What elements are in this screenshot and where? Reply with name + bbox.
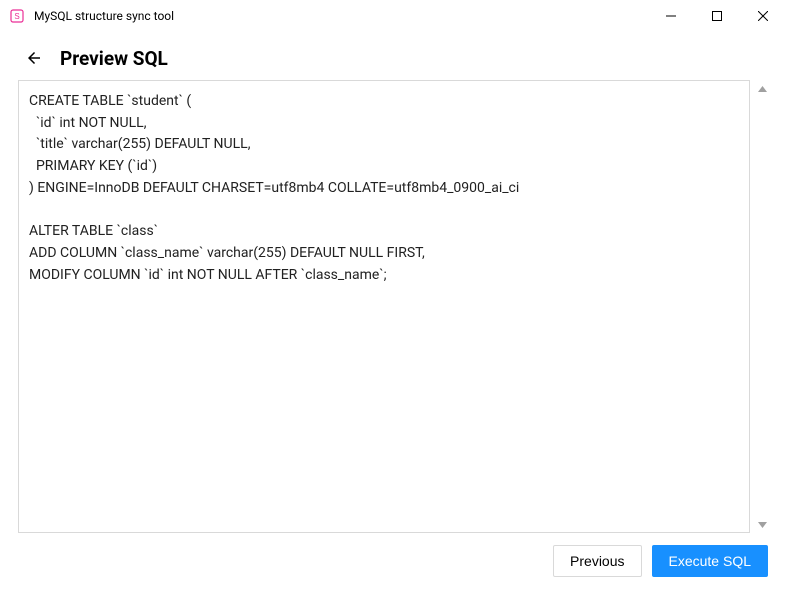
titlebar: S MySQL structure sync tool [0, 0, 786, 32]
minimize-button[interactable] [648, 0, 694, 32]
app-icon: S [8, 7, 26, 25]
execute-sql-button[interactable]: Execute SQL [652, 545, 769, 577]
footer: Previous Execute SQL [0, 533, 786, 593]
close-button[interactable] [740, 0, 786, 32]
svg-text:S: S [14, 12, 19, 21]
scrollbar[interactable] [756, 80, 771, 533]
window-title: MySQL structure sync tool [34, 9, 648, 23]
page-header: Preview SQL [0, 32, 786, 80]
scroll-up-icon[interactable] [756, 82, 769, 95]
sql-preview-box[interactable]: CREATE TABLE `student` ( `id` int NOT NU… [18, 80, 750, 533]
previous-button[interactable]: Previous [553, 545, 641, 577]
arrow-left-icon [25, 49, 43, 67]
window-controls [648, 0, 786, 31]
maximize-button[interactable] [694, 0, 740, 32]
page-title: Preview SQL [60, 47, 168, 70]
content-area: CREATE TABLE `student` ( `id` int NOT NU… [0, 80, 786, 533]
back-button[interactable] [22, 46, 46, 70]
scroll-down-icon[interactable] [756, 518, 769, 531]
